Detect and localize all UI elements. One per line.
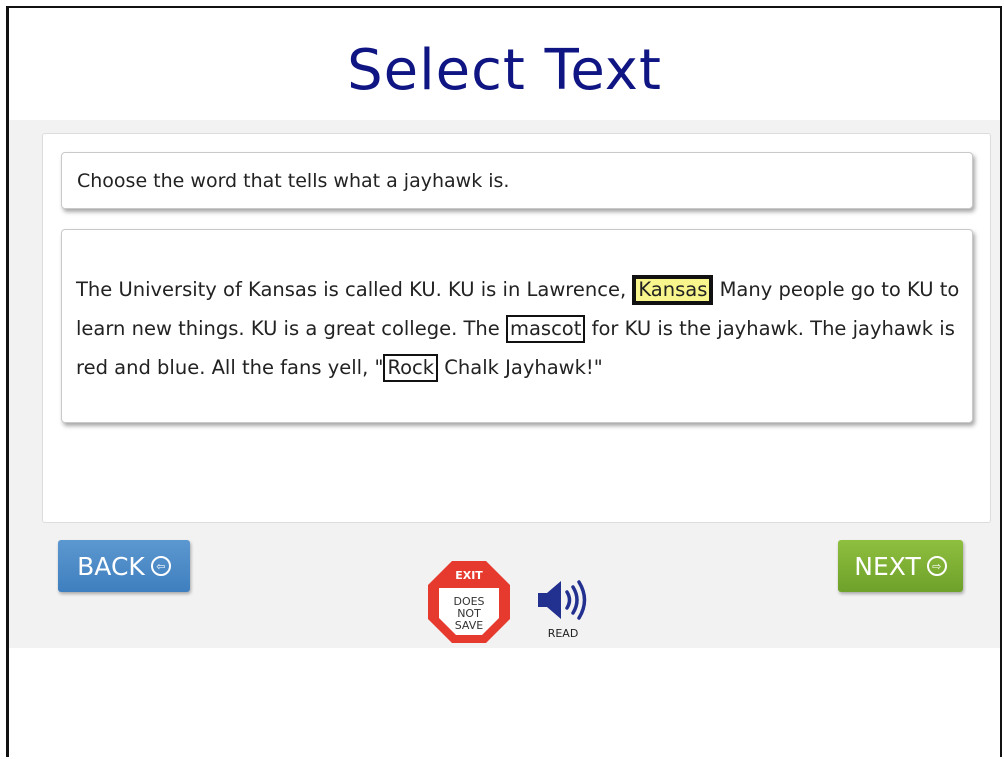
exit-warning: DOES NOT SAVE (427, 596, 511, 632)
header: Select Text (9, 8, 1000, 120)
word-choice-mascot[interactable]: mascot (505, 315, 586, 343)
passage-text-segment: Chalk Jayhawk!" (444, 356, 603, 379)
word-choice-kansas[interactable]: Kansas (632, 275, 714, 305)
content-panel: Choose the word that tells what a jayhaw… (42, 133, 991, 523)
exit-label: EXIT (455, 569, 483, 582)
exit-button[interactable]: EXIT DOES NOT SAVE (427, 560, 511, 644)
back-button-label: BACK (77, 551, 145, 581)
next-button[interactable]: NEXT ⇨ (838, 540, 963, 592)
page-title: Select Text (347, 38, 662, 103)
read-aloud-button[interactable]: READ (534, 577, 592, 645)
passage-box: The University of Kansas is called KU. K… (61, 229, 973, 423)
passage-text-segment: The University of Kansas is called KU. K… (76, 278, 627, 301)
activity-frame: Select Text Choose the word that tells w… (6, 6, 1002, 757)
exit-warning-line: SAVE (454, 619, 484, 632)
question-prompt: Choose the word that tells what a jayhaw… (77, 170, 510, 192)
activity-stage: Choose the word that tells what a jayhaw… (9, 120, 1000, 648)
arrow-left-circle-icon: ⇦ (150, 556, 171, 576)
prompt-box: Choose the word that tells what a jayhaw… (61, 152, 973, 209)
read-label: READ (547, 627, 579, 640)
word-choice-rock[interactable]: Rock (383, 354, 439, 382)
next-button-label: NEXT (854, 551, 921, 581)
arrow-right-circle-icon: ⇨ (926, 556, 947, 576)
speaker-icon (538, 580, 587, 620)
back-button[interactable]: BACK ⇦ (58, 540, 190, 592)
reading-passage: The University of Kansas is called KU. K… (76, 270, 966, 387)
